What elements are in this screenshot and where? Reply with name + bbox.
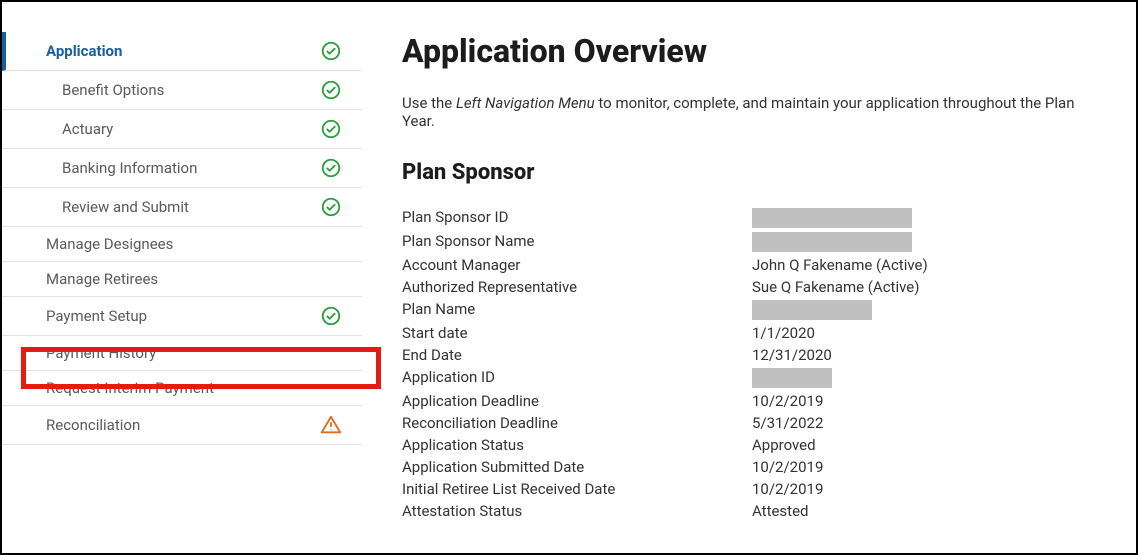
check-circle-icon [320, 40, 342, 62]
redacted-value [752, 232, 912, 252]
nav-item-label: Payment History [46, 344, 342, 362]
nav-item-request-interim-payment[interactable]: Request Interim Payment [2, 371, 362, 406]
field-label: Initial Retiree List Received Date [402, 479, 752, 499]
field-value [752, 299, 1096, 321]
field-value: John Q Fakename (Active) [752, 255, 1096, 275]
nav-item-banking-information[interactable]: Banking Information [2, 149, 362, 188]
nav-item-payment-history[interactable]: Payment History [2, 336, 362, 371]
intro-text: Use the Left Navigation Menu to monitor,… [402, 94, 1096, 130]
check-circle-icon [320, 196, 342, 218]
field-value: 10/2/2019 [752, 479, 1096, 499]
field-label: Application Deadline [402, 391, 752, 411]
field-label: Authorized Representative [402, 277, 752, 297]
nav-item-actuary[interactable]: Actuary [2, 110, 362, 149]
field-label: Reconciliation Deadline [402, 413, 752, 433]
nav-item-label: Review and Submit [62, 198, 320, 216]
nav-item-label: Application [46, 42, 320, 60]
field-label: Plan Sponsor Name [402, 231, 752, 253]
field-label: Application Submitted Date [402, 457, 752, 477]
field-value: 1/1/2020 [752, 323, 1096, 343]
field-label: Attestation Status [402, 501, 752, 521]
field-value: 10/2/2019 [752, 391, 1096, 411]
nav-item-payment-setup[interactable]: Payment Setup [2, 297, 362, 336]
nav-item-label: Manage Designees [46, 235, 342, 253]
intro-emphasis: Left Navigation Menu [456, 94, 595, 112]
check-circle-icon [320, 157, 342, 179]
field-label: Start date [402, 323, 752, 343]
field-label: Application Status [402, 435, 752, 455]
main-content: Application Overview Use the Left Naviga… [362, 2, 1136, 553]
nav-item-manage-retirees[interactable]: Manage Retirees [2, 262, 362, 297]
field-value [752, 231, 1096, 253]
left-navigation-menu: Application Benefit Options Actuary Banking… [2, 2, 362, 553]
field-label: Application ID [402, 367, 752, 389]
nav-item-label: Manage Retirees [46, 270, 342, 288]
intro-prefix: Use the [402, 94, 456, 112]
field-value: 12/31/2020 [752, 345, 1096, 365]
check-circle-icon [320, 118, 342, 140]
nav-item-application[interactable]: Application [2, 32, 362, 71]
check-circle-icon [320, 79, 342, 101]
nav-item-reconciliation[interactable]: Reconciliation [2, 406, 362, 445]
nav-item-label: Reconciliation [46, 416, 320, 434]
nav-item-label: Actuary [62, 120, 320, 138]
redacted-value [752, 300, 872, 320]
nav-item-label: Request Interim Payment [46, 379, 342, 397]
field-value: Attested [752, 501, 1096, 521]
nav-item-benefit-options[interactable]: Benefit Options [2, 71, 362, 110]
nav-item-manage-designees[interactable]: Manage Designees [2, 227, 362, 262]
field-value [752, 367, 1096, 389]
field-label: Plan Sponsor ID [402, 207, 752, 229]
nav-item-review-and-submit[interactable]: Review and Submit [2, 188, 362, 227]
field-value [752, 207, 1096, 229]
nav-item-label: Banking Information [62, 159, 320, 177]
warning-triangle-icon [320, 414, 342, 436]
layout: Application Benefit Options Actuary Banking… [2, 2, 1136, 553]
field-value: Approved [752, 435, 1096, 455]
field-value: 10/2/2019 [752, 457, 1096, 477]
plan-sponsor-details: Plan Sponsor IDPlan Sponsor NameAccount … [402, 207, 1096, 521]
nav-item-label: Payment Setup [46, 307, 320, 325]
field-value: 5/31/2022 [752, 413, 1096, 433]
redacted-value [752, 208, 912, 228]
field-label: Plan Name [402, 299, 752, 321]
nav-item-label: Benefit Options [62, 81, 320, 99]
app-frame: Application Benefit Options Actuary Banking… [0, 0, 1138, 555]
field-value: Sue Q Fakename (Active) [752, 277, 1096, 297]
field-label: Account Manager [402, 255, 752, 275]
field-label: End Date [402, 345, 752, 365]
redacted-value [752, 368, 832, 388]
page-title: Application Overview [402, 32, 1096, 70]
section-title-plan-sponsor: Plan Sponsor [402, 160, 1096, 185]
check-circle-icon [320, 305, 342, 327]
